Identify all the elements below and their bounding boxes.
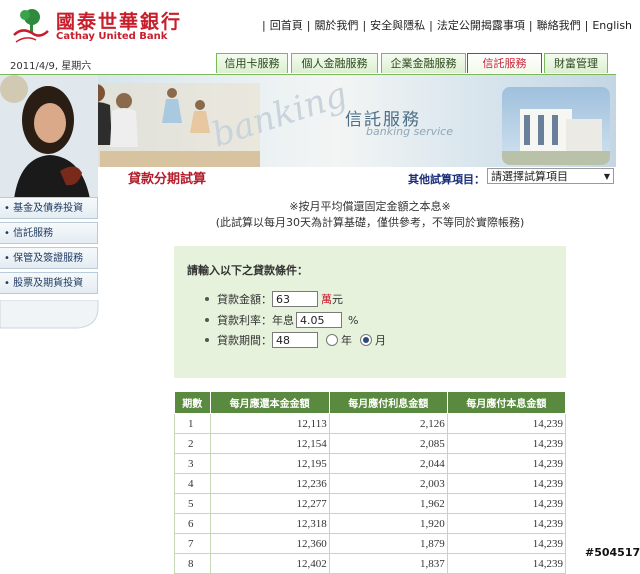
calc-method-note: ※按月平均償還固定金額之本息※ [289, 200, 451, 213]
cell-total: 14,239 [446, 553, 567, 574]
other-calc-label: 其他試算項目： [408, 173, 485, 186]
loan-term-row: 貸款期間： 48 年 月 [205, 331, 386, 349]
cell-interest: 1,837 [328, 553, 448, 574]
sidebar-item-custody[interactable]: • 保管及簽證服務 [0, 247, 98, 269]
cell-interest: 2,003 [328, 473, 448, 494]
cell-period: 8 [174, 553, 211, 574]
banner-service-subtitle: banking service [366, 125, 453, 138]
cell-interest: 1,962 [328, 493, 448, 514]
table-row: 7 12,360 1,879 14,239 [174, 533, 567, 554]
table-row: 3 12,195 2,044 14,239 [174, 453, 567, 474]
col-header-period: 期數 [174, 391, 211, 414]
cell-principal: 12,236 [209, 473, 330, 494]
nav-disclosure[interactable]: 法定公開揭露事項 [437, 17, 525, 33]
table-row: 2 12,154 2,085 14,239 [174, 433, 567, 454]
cell-total: 14,239 [446, 533, 567, 554]
term-unit-month-label: 月 [375, 334, 386, 347]
nav-about[interactable]: 關於我們 [314, 17, 358, 33]
cell-principal: 12,154 [209, 433, 330, 454]
bullet-icon [205, 297, 209, 301]
sidebar-item-label: 保管及簽證服務 [13, 253, 84, 264]
page-title: 貸款分期試算 [128, 172, 207, 187]
cell-interest: 2,044 [328, 453, 448, 474]
image-watermark: #504517 [585, 546, 640, 559]
loan-term-label: 貸款期間： [217, 334, 272, 347]
cell-principal: 12,195 [209, 453, 330, 474]
top-nav: | 回首頁 | 關於我們 | 安全與隱私 | 法定公開揭露事項 | 聯絡我們 | Engli… [262, 17, 633, 33]
table-row: 4 12,236 2,003 14,239 [174, 473, 567, 494]
col-header-total: 每月應付本息金額 [446, 391, 567, 414]
col-header-interest: 每月應付利息金額 [328, 391, 448, 414]
loan-rate-input[interactable]: 4.05 [296, 312, 342, 328]
cell-interest: 2,126 [328, 413, 448, 434]
term-unit-month-radio[interactable] [360, 334, 372, 346]
chevron-down-icon: ▼ [603, 172, 610, 181]
loan-amount-input[interactable]: 63 [272, 291, 318, 307]
sidebar-curve-decoration [0, 300, 99, 329]
cell-interest: 2,085 [328, 433, 448, 454]
tab-personal-banking[interactable]: 個人金融服務 [291, 53, 378, 73]
cell-period: 1 [174, 413, 211, 434]
amortization-table: 期數 每月應還本金金額 每月應付利息金額 每月應付本息金額 1 12,113 2… [174, 391, 567, 574]
brand-name-en: Cathay United Bank [56, 31, 168, 42]
loan-term-input[interactable]: 48 [272, 332, 318, 348]
current-date: 2011/4/9, 星期六 [10, 61, 92, 72]
bullet-icon [205, 318, 209, 322]
tab-credit-card[interactable]: 信用卡服務 [216, 53, 288, 73]
loan-amount-label: 貸款金額： [217, 293, 272, 306]
cell-total: 14,239 [446, 513, 567, 534]
cathay-tree-logo-icon [13, 9, 49, 43]
table-row: 1 12,113 2,126 14,239 [174, 413, 567, 434]
brand-name-zh: 國泰世華銀行 [56, 11, 183, 33]
nav-security-privacy[interactable]: 安全與隱私 [370, 17, 425, 33]
sidebar-item-label: 股票及期貨投資 [13, 278, 84, 289]
cell-total: 14,239 [446, 433, 567, 454]
loan-rate-label: 貸款利率：年息 [217, 314, 294, 327]
other-calc-select[interactable]: 請選擇試算項目 ▼ [487, 168, 614, 184]
table-header-row: 期數 每月應還本金金額 每月應付利息金額 每月應付本息金額 [174, 391, 567, 414]
cell-interest: 1,920 [328, 513, 448, 534]
cell-period: 3 [174, 453, 211, 474]
sidebar-item-stocks-futures[interactable]: • 股票及期貨投資 [0, 272, 98, 294]
cell-period: 7 [174, 533, 211, 554]
bullet-icon [205, 338, 209, 342]
loan-amount-unit-yuan: 元 [332, 293, 343, 306]
term-unit-year-radio[interactable] [326, 334, 338, 346]
term-unit-year-label: 年 [341, 334, 352, 347]
cell-period: 2 [174, 433, 211, 454]
other-calc-selected-value: 請選擇試算項目 [491, 170, 568, 183]
cell-total: 14,239 [446, 453, 567, 474]
table-row: 8 12,402 1,837 14,239 [174, 553, 567, 574]
nav-contact[interactable]: 聯絡我們 [537, 17, 581, 33]
loan-input-header: 請輸入以下之貸款條件： [187, 264, 308, 277]
cell-period: 6 [174, 513, 211, 534]
tab-trust-services[interactable]: 信託服務 [467, 53, 542, 73]
cell-total: 14,239 [446, 473, 567, 494]
cell-period: 5 [174, 493, 211, 514]
cell-principal: 12,402 [209, 553, 330, 574]
nav-home[interactable]: 回首頁 [270, 17, 303, 33]
cell-total: 14,239 [446, 413, 567, 434]
loan-rate-row: 貸款利率：年息 4.05 % [205, 311, 358, 329]
nav-english[interactable]: English [592, 19, 632, 32]
cell-interest: 1,879 [328, 533, 448, 554]
table-row: 6 12,318 1,920 14,239 [174, 513, 567, 534]
cell-principal: 12,113 [209, 413, 330, 434]
tab-corporate-banking[interactable]: 企業金融服務 [381, 53, 466, 73]
col-header-principal: 每月應還本金金額 [209, 391, 330, 414]
loan-amount-row: 貸款金額： 63 萬元 [205, 290, 343, 308]
building-photo-image [502, 87, 610, 165]
cell-principal: 12,277 [209, 493, 330, 514]
cell-principal: 12,318 [209, 513, 330, 534]
calc-disclaimer-note: (此試算以每月30天為計算基礎，僅供參考，不等同於實際帳務) [215, 216, 525, 229]
loan-amount-unit-wan: 萬 [321, 293, 332, 306]
loan-rate-unit: % [348, 313, 359, 327]
tab-wealth-management[interactable]: 財富管理 [544, 53, 608, 73]
cell-principal: 12,360 [209, 533, 330, 554]
cell-period: 4 [174, 473, 211, 494]
cell-total: 14,239 [446, 493, 567, 514]
table-row: 5 12,277 1,962 14,239 [174, 493, 567, 514]
woman-violin-photo-image [0, 75, 98, 199]
bank-logo[interactable]: 國泰世華銀行 Cathay United Bank [10, 5, 200, 45]
